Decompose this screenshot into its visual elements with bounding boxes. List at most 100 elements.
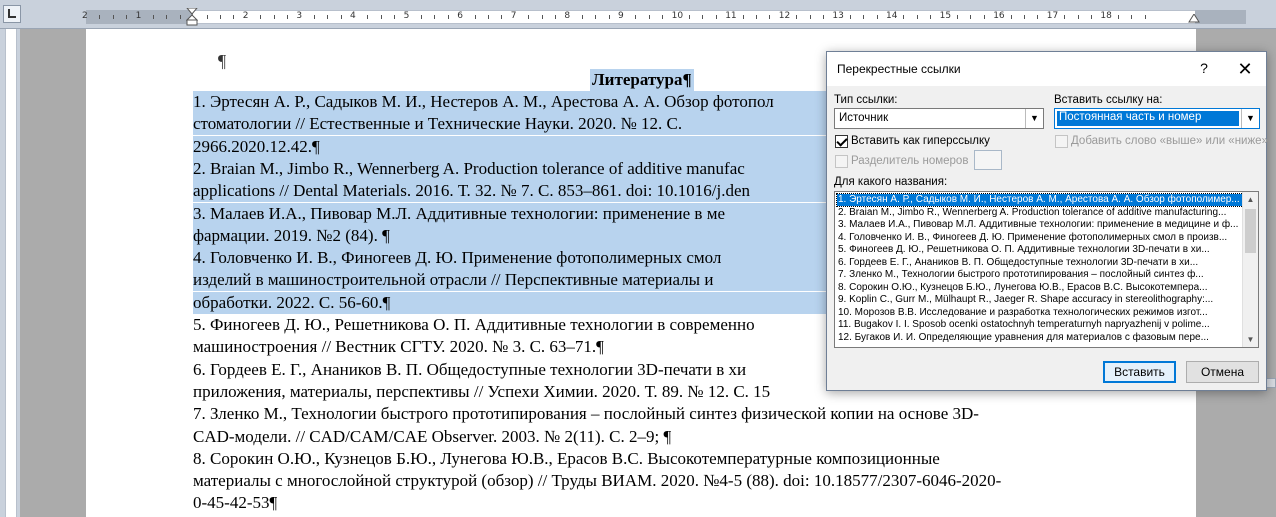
ruler-tick xyxy=(876,15,878,19)
ruler-tick xyxy=(809,15,811,19)
ruler-tick xyxy=(126,15,128,19)
insert-ref-select[interactable]: Постоянная часть и номер ▼ xyxy=(1054,108,1260,129)
list-item[interactable]: 11. Bugakov I. I. Sposob ocenki ostatoch… xyxy=(837,319,1243,331)
ruler-tick xyxy=(287,15,288,19)
above-below-checkbox[interactable] xyxy=(1055,135,1068,148)
ruler-tick xyxy=(179,15,181,19)
ruler-tick xyxy=(662,15,664,19)
ruler-right-margin xyxy=(1195,10,1246,24)
chevron-down-icon: ▼ xyxy=(1025,109,1043,128)
insert-ref-label: Вставить ссылку на: xyxy=(1054,94,1163,106)
chevron-down-icon: ▼ xyxy=(1241,109,1259,128)
ruler-tick xyxy=(421,15,422,19)
ruler-tick xyxy=(555,15,556,19)
cancel-button[interactable]: Отмена xyxy=(1186,361,1259,383)
list-item[interactable]: 5. Финогеев Д. Ю., Решетникова О. П. Адд… xyxy=(837,244,1243,256)
ruler-number: 3 xyxy=(296,11,303,21)
cross-reference-dialog: Перекрестные ссылки ? ✕ Тип ссылки: Исто… xyxy=(826,51,1268,391)
ruler-tick xyxy=(756,15,757,19)
ruler-number: 2 xyxy=(242,11,249,21)
list-item[interactable]: 9. Koplin C., Gurr M., Mülhaupt R., Jaeg… xyxy=(837,294,1243,306)
document-line[interactable]: 7. Зленко М., Технологии быстрого протот… xyxy=(193,403,1093,425)
ruler-tick xyxy=(930,15,932,19)
dialog-titlebar[interactable]: Перекрестные ссылки ? ✕ xyxy=(827,52,1266,86)
ruler-tick xyxy=(608,15,610,19)
ruler-number: 1 xyxy=(135,11,142,21)
ruler-number: 16 xyxy=(993,11,1005,21)
tab-selector[interactable] xyxy=(3,5,21,23)
list-item[interactable]: 4. Головченко И. В., Финогеев Д. Ю. Прим… xyxy=(837,232,1243,244)
right-indent-icon[interactable] xyxy=(1188,14,1200,24)
document-line[interactable]: 0-45-42-53¶ xyxy=(193,492,1093,514)
list-item[interactable]: 7. Зленко М., Технологии быстрого протот… xyxy=(837,269,1243,281)
ruler-tick xyxy=(340,15,342,19)
ruler-tick xyxy=(327,15,329,19)
dialog-title: Перекрестные ссылки xyxy=(837,62,961,76)
list-item[interactable]: 12. Бугаков И. И. Определяющие уравнения… xyxy=(837,332,1243,344)
left-tab-icon xyxy=(8,9,16,18)
ruler-tick xyxy=(715,15,717,19)
ruler-tick xyxy=(380,15,382,19)
ruler-tick xyxy=(903,15,905,19)
close-icon[interactable]: ✕ xyxy=(1234,58,1256,80)
indent-marker-icon[interactable] xyxy=(186,8,198,26)
scroll-up-icon[interactable]: ▲ xyxy=(1243,192,1258,207)
ruler-tick xyxy=(233,15,235,19)
list-item[interactable]: 2. Braian M., Jimbo R., Wennerberg A. Pr… xyxy=(837,207,1243,219)
ruler-number: 14 xyxy=(886,11,898,21)
ruler-tick xyxy=(394,15,396,19)
page-title[interactable]: Литература¶ xyxy=(590,69,694,91)
above-below-label: Добавить слово «выше» или «ниже» xyxy=(1071,135,1268,147)
ruler-number: 15 xyxy=(939,11,952,21)
ruler-tick xyxy=(1091,15,1092,19)
document-line[interactable]: CAD-модели. // CAD/CAM/CAE Observer. 200… xyxy=(193,426,1093,448)
list-item[interactable]: 8. Сорокин О.Ю., Кузнецов Б.Ю., Лунегова… xyxy=(837,282,1243,294)
ruler-tick xyxy=(153,15,154,19)
list-item[interactable]: 10. Морозов В.В. Исследование и разработ… xyxy=(837,307,1243,319)
ruler-tick xyxy=(488,15,489,19)
number-separator-input[interactable] xyxy=(974,150,1002,170)
ruler-tick xyxy=(1131,15,1133,19)
ruler-tick xyxy=(1144,15,1146,19)
ruler-number: 9 xyxy=(618,11,624,21)
list-item[interactable]: 1. Эртесян А. Р., Садыков М. И., Нестеро… xyxy=(836,193,1244,207)
scroll-thumb[interactable] xyxy=(1245,209,1256,253)
caption-listbox[interactable]: 1. Эртесян А. Р., Садыков М. И., Нестеро… xyxy=(834,191,1259,348)
ruler-tick xyxy=(796,15,798,19)
list-item[interactable]: 3. Малаев И.А., Пивовар М.Л. Аддитивные … xyxy=(837,219,1243,231)
ruler-tick xyxy=(863,15,865,19)
vertical-ruler-track[interactable] xyxy=(5,29,17,517)
help-icon[interactable]: ? xyxy=(1194,60,1214,78)
insert-button[interactable]: Вставить xyxy=(1103,361,1176,383)
ruler-tick xyxy=(112,15,114,19)
ref-type-select[interactable]: Источник ▼ xyxy=(834,108,1044,129)
ruler-tick xyxy=(220,15,221,19)
ruler-tick xyxy=(273,15,275,19)
list-item[interactable]: 6. Гордеев Е. Г., Анаников В. П. Общедос… xyxy=(837,257,1243,269)
number-separator-checkbox[interactable] xyxy=(835,155,848,168)
ruler-tick xyxy=(99,15,101,19)
insert-hyperlink-checkbox[interactable] xyxy=(835,135,848,148)
ruler-tick xyxy=(742,15,744,19)
pilcrow-mark: ¶ xyxy=(218,51,227,71)
ruler-number: 8 xyxy=(564,11,571,21)
ruler-number: 6 xyxy=(457,11,463,21)
ruler-tick xyxy=(447,15,449,19)
ruler-number: 2 xyxy=(82,11,88,21)
ruler-tick xyxy=(635,15,637,19)
ruler-tick xyxy=(206,15,208,19)
ruler-number: 5 xyxy=(403,11,410,21)
document-line[interactable]: материалы с многослойной структурой (обз… xyxy=(193,470,1093,492)
document-line[interactable]: 8. Сорокин О.Ю., Кузнецов Б.Ю., Лунегова… xyxy=(193,448,1093,470)
ruler-number: 13 xyxy=(832,11,844,21)
listbox-scrollbar[interactable]: ▲ ▼ xyxy=(1242,192,1258,347)
ruler-number: 11 xyxy=(725,11,737,21)
ruler-number: 17 xyxy=(1046,11,1059,21)
ruler-tick xyxy=(581,15,583,19)
ruler-tick xyxy=(367,15,369,19)
scroll-down-icon[interactable]: ▼ xyxy=(1243,332,1258,347)
insert-hyperlink-label: Вставить как гиперссылку xyxy=(851,135,990,147)
ruler-tick xyxy=(528,15,530,19)
ruler-number: 12 xyxy=(778,11,791,21)
ruler-tick xyxy=(166,15,168,19)
